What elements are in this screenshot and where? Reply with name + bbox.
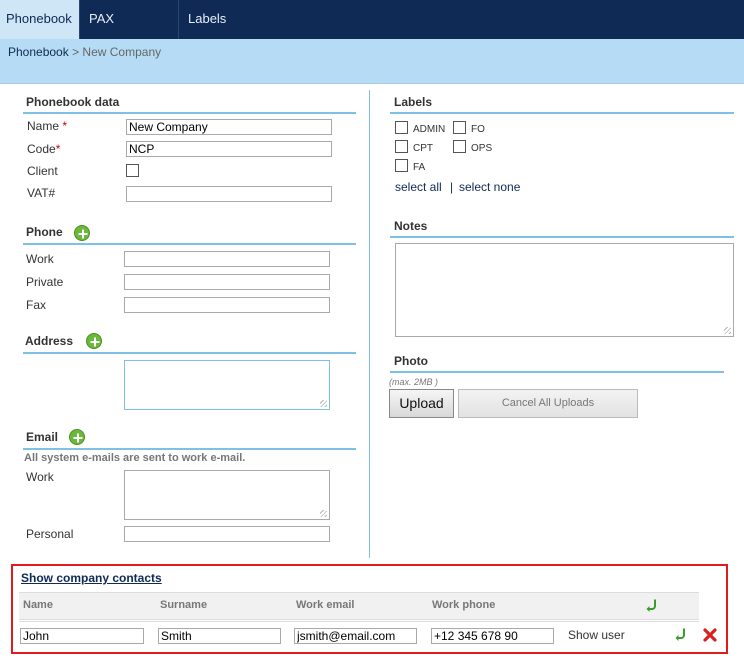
top-nav: Phonebook PAX Database Labels <box>0 0 744 64</box>
code-input[interactable] <box>126 141 332 157</box>
section-rule <box>390 371 724 373</box>
add-phone-icon[interactable] <box>74 225 90 241</box>
name-label: Name * <box>27 119 68 133</box>
show-company-contacts-link[interactable]: Show company contacts <box>21 571 162 585</box>
address-title: Address <box>25 334 74 348</box>
section-rule <box>23 243 356 245</box>
labels-title: Labels <box>394 95 433 109</box>
tab-phonebook[interactable]: Phonebook <box>0 0 79 39</box>
label-admin-checkbox[interactable] <box>395 121 408 134</box>
address-textarea[interactable] <box>124 360 330 410</box>
table-row-divider <box>19 621 699 622</box>
tab-pax-database[interactable]: PAX Database <box>83 0 177 64</box>
photo-title: Photo <box>394 354 428 368</box>
label-fa-text: FA <box>413 162 426 173</box>
vat-input[interactable] <box>126 186 332 202</box>
breadcrumb-separator: > <box>68 45 83 59</box>
contact-work-email-input[interactable] <box>294 628 417 644</box>
email-work-textarea[interactable] <box>124 470 330 520</box>
breadcrumb-root[interactable]: Phonebook <box>8 45 69 59</box>
contact-surname-input[interactable] <box>158 628 281 644</box>
notes-title: Notes <box>394 219 428 233</box>
client-label: Client <box>27 164 58 178</box>
phone-fax-label: Fax <box>26 298 47 312</box>
label-fo-text: FO <box>471 124 485 135</box>
phonebook-data-title: Phonebook data <box>26 95 120 109</box>
section-rule <box>390 112 734 114</box>
cancel-uploads-button[interactable]: Cancel All Uploads <box>458 389 638 418</box>
label-admin-text: ADMIN <box>413 124 446 135</box>
email-note: All system e-mails are sent to work e-ma… <box>24 452 246 464</box>
phone-private-input[interactable] <box>124 274 330 290</box>
email-personal-input[interactable] <box>124 526 330 542</box>
phone-private-label: Private <box>26 275 64 289</box>
add-email-icon[interactable] <box>69 429 85 445</box>
section-rule <box>23 352 356 354</box>
save-contact-icon[interactable] <box>673 627 687 641</box>
email-personal-label: Personal <box>26 527 74 541</box>
notes-textarea[interactable] <box>395 243 734 337</box>
label-ops-text: OPS <box>471 143 493 154</box>
name-input[interactable] <box>126 119 332 135</box>
label-ops-checkbox[interactable] <box>453 140 466 153</box>
phone-fax-input[interactable] <box>124 297 330 313</box>
resize-grip-icon[interactable] <box>724 327 731 334</box>
section-rule <box>23 448 356 450</box>
breadcrumb-current: New Company <box>82 45 162 59</box>
section-rule <box>390 236 734 238</box>
add-address-icon[interactable] <box>86 333 102 349</box>
upload-button[interactable]: Upload <box>389 389 454 418</box>
col-surname-header: Surname <box>160 599 208 611</box>
select-all-link[interactable]: select all <box>395 180 442 194</box>
delete-contact-icon[interactable] <box>702 627 718 643</box>
resize-grip-icon[interactable] <box>320 510 327 517</box>
select-divider: | <box>450 180 454 194</box>
tab-labels[interactable]: Labels <box>182 0 232 39</box>
client-checkbox[interactable] <box>126 164 139 177</box>
column-divider <box>369 90 370 558</box>
photo-size-hint: (max. 2MB ) <box>389 377 439 387</box>
tab-divider <box>178 0 179 39</box>
phone-title: Phone <box>26 225 63 239</box>
tab-divider <box>79 0 80 39</box>
select-none-link[interactable]: select none <box>459 180 520 194</box>
label-cpt-checkbox[interactable] <box>395 140 408 153</box>
code-label: Code* <box>27 142 61 156</box>
add-contact-icon[interactable] <box>644 598 658 612</box>
contact-name-input[interactable] <box>20 628 144 644</box>
breadcrumb-bar: Phonebook > New Company <box>0 39 744 84</box>
phone-work-input[interactable] <box>124 251 330 267</box>
col-work-phone-header: Work phone <box>432 599 496 611</box>
contacts-table-header <box>19 592 699 620</box>
breadcrumb: Phonebook > New Company <box>8 45 161 59</box>
section-rule <box>23 112 356 114</box>
label-fo-checkbox[interactable] <box>453 121 466 134</box>
contact-work-phone-input[interactable] <box>431 628 554 644</box>
email-work-label: Work <box>26 470 54 484</box>
vat-label: VAT# <box>27 186 56 200</box>
email-title: Email <box>26 430 59 444</box>
resize-grip-icon[interactable] <box>320 400 327 407</box>
label-fa-checkbox[interactable] <box>395 159 408 172</box>
show-user-link[interactable]: Show user <box>568 628 625 642</box>
col-work-email-header: Work email <box>296 599 355 611</box>
col-name-header: Name <box>23 599 53 611</box>
phone-work-label: Work <box>26 252 54 266</box>
label-cpt-text: CPT <box>413 143 433 154</box>
